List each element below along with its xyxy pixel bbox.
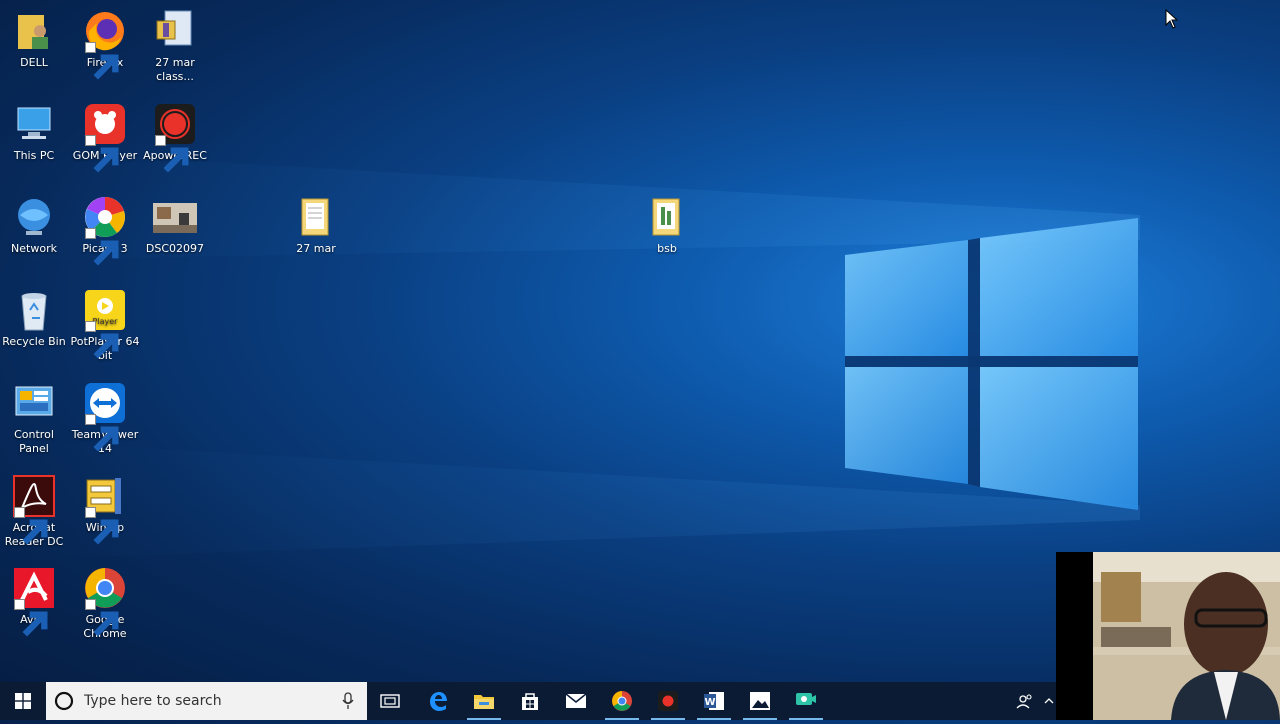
desktop-icon-network[interactable]: Network xyxy=(0,195,70,256)
shortcut-arrow-icon xyxy=(85,321,119,359)
desktop-icon-firefox[interactable]: Firefox xyxy=(69,9,141,80)
shortcut-arrow-icon xyxy=(85,135,119,173)
taskbar-search-box[interactable] xyxy=(46,682,367,720)
desktop-icon-acrobat-reader[interactable]: Acrobat Reader DC xyxy=(0,474,70,549)
desktop-icon-picasa[interactable]: Picasa 3 xyxy=(69,195,141,266)
desktop-icon-gom-player[interactable]: GOM Player xyxy=(69,102,141,173)
desktop-icon-apowerrec[interactable]: ApowerREC xyxy=(139,102,211,173)
cortana-icon xyxy=(54,691,74,711)
desktop-icon-dsc02097[interactable]: DSC02097 xyxy=(139,195,211,256)
taskbar-mail[interactable] xyxy=(553,682,599,720)
start-button[interactable] xyxy=(0,682,46,720)
folder-icon xyxy=(652,198,680,236)
shortcut-arrow-icon xyxy=(85,507,119,545)
zip-document-icon xyxy=(156,10,192,46)
task-view-icon xyxy=(380,694,400,708)
svg-text:W: W xyxy=(704,697,715,708)
photo-thumbnail-icon xyxy=(153,203,197,233)
shortcut-arrow-icon xyxy=(14,599,48,637)
shortcut-arrow-icon xyxy=(85,599,119,637)
taskbar-screen-recorder[interactable] xyxy=(783,682,829,720)
desktop-icon-avira[interactable]: Avira xyxy=(0,566,70,637)
taskbar-chrome[interactable] xyxy=(599,682,645,720)
shortcut-arrow-icon xyxy=(85,42,119,80)
chevron-up-icon xyxy=(1044,698,1054,704)
desktop-icon-potplayer[interactable]: Player PotPlayer 64 bit xyxy=(69,288,141,363)
search-input[interactable] xyxy=(82,692,326,710)
taskbar-edge[interactable] xyxy=(415,682,461,720)
taskbar-apowerrec[interactable] xyxy=(645,682,691,720)
photos-icon xyxy=(750,692,770,710)
desktop-icon-this-pc[interactable]: This PC xyxy=(0,102,70,163)
recycle-bin-icon xyxy=(21,293,47,331)
windows-logo-icon xyxy=(15,693,31,709)
network-icon xyxy=(18,199,50,235)
desktop-icon-recycle-bin[interactable]: Recycle Bin xyxy=(0,288,70,349)
desktop-icon-teamviewer[interactable]: TeamViewer 14 xyxy=(69,381,141,456)
desktop-icon-winzip[interactable]: WinZip xyxy=(69,474,141,545)
folder-icon xyxy=(301,198,329,236)
desktop-icon-google-chrome[interactable]: Google Chrome xyxy=(69,566,141,641)
word-icon: W xyxy=(704,692,724,710)
desktop-icon-bsb[interactable]: bsb xyxy=(631,195,703,256)
taskbar-photos[interactable] xyxy=(737,682,783,720)
mail-icon xyxy=(565,693,587,708)
people-icon xyxy=(1016,694,1032,709)
store-bag-icon xyxy=(522,693,538,710)
computer-icon xyxy=(17,107,51,139)
desktop-icon-dell[interactable]: DELL xyxy=(0,9,70,70)
apowerrec-icon xyxy=(658,691,678,711)
shortcut-arrow-icon xyxy=(14,507,48,545)
file-explorer-icon xyxy=(474,695,494,709)
user-folder-icon xyxy=(18,15,48,49)
chrome-icon xyxy=(612,691,632,711)
taskbar-word[interactable]: W xyxy=(691,682,737,720)
shortcut-arrow-icon xyxy=(155,135,189,173)
desktop-icon-27-mar-class[interactable]: 27 mar class... xyxy=(139,9,211,84)
mouse-cursor-icon xyxy=(1165,9,1179,29)
screen-recorder-icon xyxy=(796,693,816,705)
taskbar-file-explorer[interactable] xyxy=(461,682,507,720)
microphone-icon[interactable] xyxy=(342,692,354,710)
webcam-overlay xyxy=(1056,552,1280,720)
desktop-icon-27-mar[interactable]: 27 mar xyxy=(280,195,352,256)
edge-icon xyxy=(430,692,447,711)
task-view-button[interactable] xyxy=(367,682,413,720)
shortcut-arrow-icon xyxy=(85,228,119,266)
taskbar-store[interactable] xyxy=(507,682,553,720)
shortcut-arrow-icon xyxy=(85,414,119,452)
desktop-icon-control-panel[interactable]: Control Panel xyxy=(0,381,70,456)
control-panel-icon xyxy=(15,386,53,416)
webcam-feed xyxy=(1056,552,1280,720)
